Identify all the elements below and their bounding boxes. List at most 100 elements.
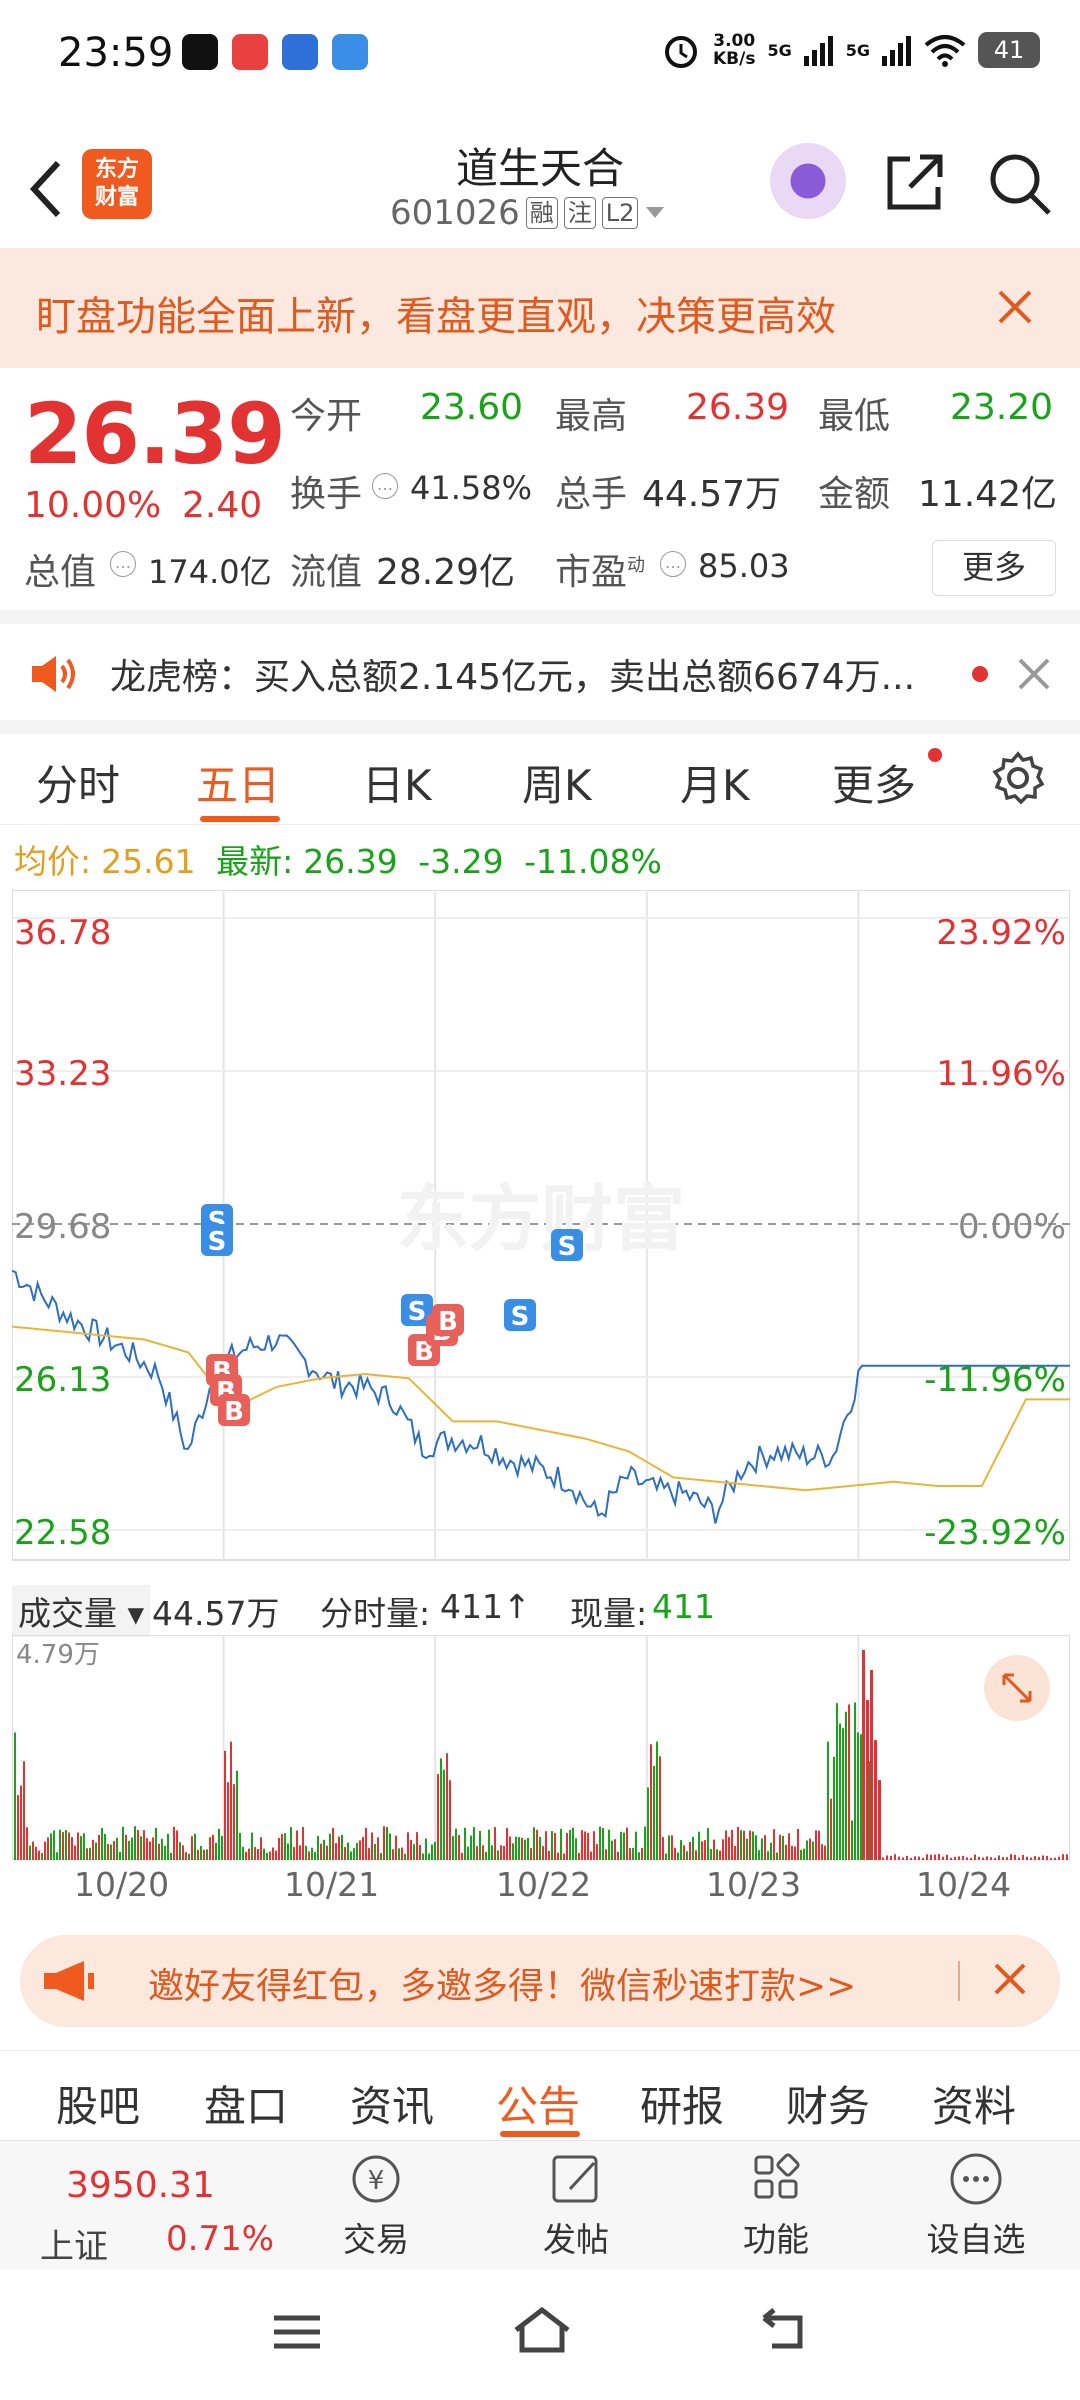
share-icon[interactable] bbox=[880, 147, 950, 217]
volume-bar bbox=[743, 1830, 745, 1860]
period-volume-label: 分时量: bbox=[320, 1594, 431, 1633]
volume-bar bbox=[80, 1836, 82, 1860]
menu-icon[interactable] bbox=[270, 2310, 324, 2354]
close-icon[interactable] bbox=[988, 1957, 1032, 2001]
search-icon[interactable] bbox=[985, 149, 1055, 219]
y-tick-left: 26.13 bbox=[14, 1360, 111, 1400]
volume-bar bbox=[886, 1855, 888, 1860]
stock-code-row[interactable]: 601026 融 注 L2 bbox=[390, 193, 666, 233]
dragon-tiger-notice[interactable]: 龙虎榜：买入总额2.145亿元，卖出总额6674万... bbox=[0, 622, 1080, 722]
period-volume: 411↑ bbox=[440, 1587, 531, 1626]
post-button[interactable]: 发帖 bbox=[516, 2149, 636, 2269]
volume-bar bbox=[536, 1829, 538, 1860]
volume-bar bbox=[107, 1844, 109, 1860]
tab-five-day[interactable]: 五日 bbox=[196, 752, 280, 813]
volume-bar bbox=[359, 1840, 361, 1860]
volume-bar bbox=[617, 1851, 619, 1860]
open-label: 今开 bbox=[290, 396, 363, 437]
more-button[interactable]: 更多 bbox=[932, 540, 1056, 596]
volume-bar bbox=[833, 1756, 835, 1860]
volume-bar bbox=[371, 1832, 373, 1860]
feature-banner[interactable]: 盯盘功能全面上新，看盘更直观，决策更高效 bbox=[0, 248, 1080, 368]
volume-bar bbox=[254, 1847, 256, 1860]
volume-bar bbox=[704, 1840, 706, 1860]
volume-bar bbox=[515, 1836, 517, 1860]
info-icon[interactable]: … bbox=[110, 551, 136, 577]
close-icon[interactable] bbox=[990, 282, 1040, 332]
add-watchlist-button[interactable]: 设自选 bbox=[916, 2149, 1036, 2269]
volume-bar bbox=[644, 1826, 646, 1860]
volume-bar bbox=[791, 1845, 793, 1860]
y-tick-right: 0.00% bbox=[958, 1207, 1066, 1247]
volume-bar bbox=[197, 1849, 199, 1860]
tab-forum[interactable]: 股吧 bbox=[56, 2073, 140, 2134]
date-label: 10/21 bbox=[284, 1865, 380, 1904]
volume-bar bbox=[503, 1845, 505, 1860]
volume-bar bbox=[140, 1836, 142, 1860]
volume-bar bbox=[104, 1833, 106, 1860]
volume-bar bbox=[803, 1848, 805, 1860]
volume-bar bbox=[152, 1837, 154, 1860]
gear-icon[interactable] bbox=[990, 750, 1046, 806]
y-tick-left: 29.68 bbox=[14, 1207, 111, 1247]
volume-bar bbox=[233, 1784, 235, 1860]
volume-selector[interactable]: 成交量 ▾ bbox=[12, 1585, 151, 1637]
volume-bar bbox=[239, 1832, 241, 1860]
volume-bar bbox=[596, 1844, 598, 1860]
volume-chart[interactable]: 4.79万 bbox=[12, 1635, 1070, 1860]
ai-assistant-icon[interactable] bbox=[770, 143, 846, 219]
trade-button[interactable]: ¥ 交易 bbox=[316, 2149, 436, 2269]
active-tab-indicator bbox=[200, 816, 280, 822]
volume-bar bbox=[605, 1849, 607, 1860]
close-icon[interactable] bbox=[1012, 652, 1056, 696]
volume-bar bbox=[437, 1774, 439, 1860]
tab-weekly-k[interactable]: 周K bbox=[522, 752, 592, 813]
volume-bar bbox=[89, 1847, 91, 1860]
volume-bar bbox=[809, 1838, 811, 1860]
volume-bar bbox=[818, 1830, 820, 1860]
y-tick-right: 11.96% bbox=[936, 1054, 1066, 1094]
marker-label: B bbox=[224, 1397, 244, 1427]
tab-daily-k[interactable]: 日K bbox=[362, 752, 432, 813]
volume-bar bbox=[404, 1853, 406, 1860]
volume-bar bbox=[524, 1839, 526, 1860]
function-button[interactable]: 功能 bbox=[716, 2149, 836, 2269]
invite-banner[interactable]: 邀好友得红包，多邀多得！微信秒速打款>> bbox=[20, 1935, 1060, 2027]
expand-button[interactable] bbox=[984, 1655, 1050, 1721]
home-icon[interactable] bbox=[510, 2304, 574, 2356]
tab-profile[interactable]: 资料 bbox=[932, 2073, 1016, 2134]
five-day-price-chart[interactable]: 36.78 23.92%33.23 11.96%29.68 0.00%26.13 -11… bbox=[12, 890, 1070, 1570]
volume-bar bbox=[203, 1849, 205, 1860]
avg-price: 25.61 bbox=[101, 842, 196, 881]
tab-monthly-k[interactable]: 月K bbox=[680, 752, 750, 813]
volume-bar bbox=[1002, 1857, 1004, 1860]
volume-bar bbox=[982, 1857, 984, 1860]
tab-finance[interactable]: 财务 bbox=[786, 2073, 870, 2134]
volume-bar bbox=[620, 1831, 622, 1860]
tab-intraday[interactable]: 分时 bbox=[36, 752, 120, 813]
volume-bar bbox=[257, 1849, 259, 1860]
tab-orderbook[interactable]: 盘口 bbox=[204, 2073, 288, 2134]
unread-dot bbox=[928, 748, 942, 762]
volume-bar bbox=[236, 1770, 238, 1860]
volume-bar bbox=[797, 1829, 799, 1860]
tab-more[interactable]: 更多 bbox=[832, 752, 916, 813]
volume-bar bbox=[326, 1845, 328, 1860]
volume-bar bbox=[497, 1850, 499, 1860]
volume-bar bbox=[1018, 1857, 1020, 1860]
tab-news[interactable]: 资讯 bbox=[350, 2073, 434, 2134]
volume-bar bbox=[950, 1857, 952, 1860]
volume-bar bbox=[882, 1857, 884, 1860]
info-icon[interactable]: … bbox=[372, 473, 398, 499]
back-nav-icon[interactable] bbox=[756, 2306, 810, 2354]
tab-research[interactable]: 研报 bbox=[640, 2073, 724, 2134]
volume-bar bbox=[83, 1833, 85, 1860]
volume-bar bbox=[668, 1835, 670, 1860]
volume-bar bbox=[584, 1831, 586, 1860]
volume-bar bbox=[305, 1845, 307, 1860]
volume-max-label: 4.79万 bbox=[16, 1640, 100, 1670]
date-label: 10/24 bbox=[916, 1865, 1012, 1904]
tab-announcements[interactable]: 公告 bbox=[496, 2073, 580, 2134]
info-icon[interactable]: … bbox=[660, 551, 686, 577]
volume-bar bbox=[918, 1856, 920, 1860]
